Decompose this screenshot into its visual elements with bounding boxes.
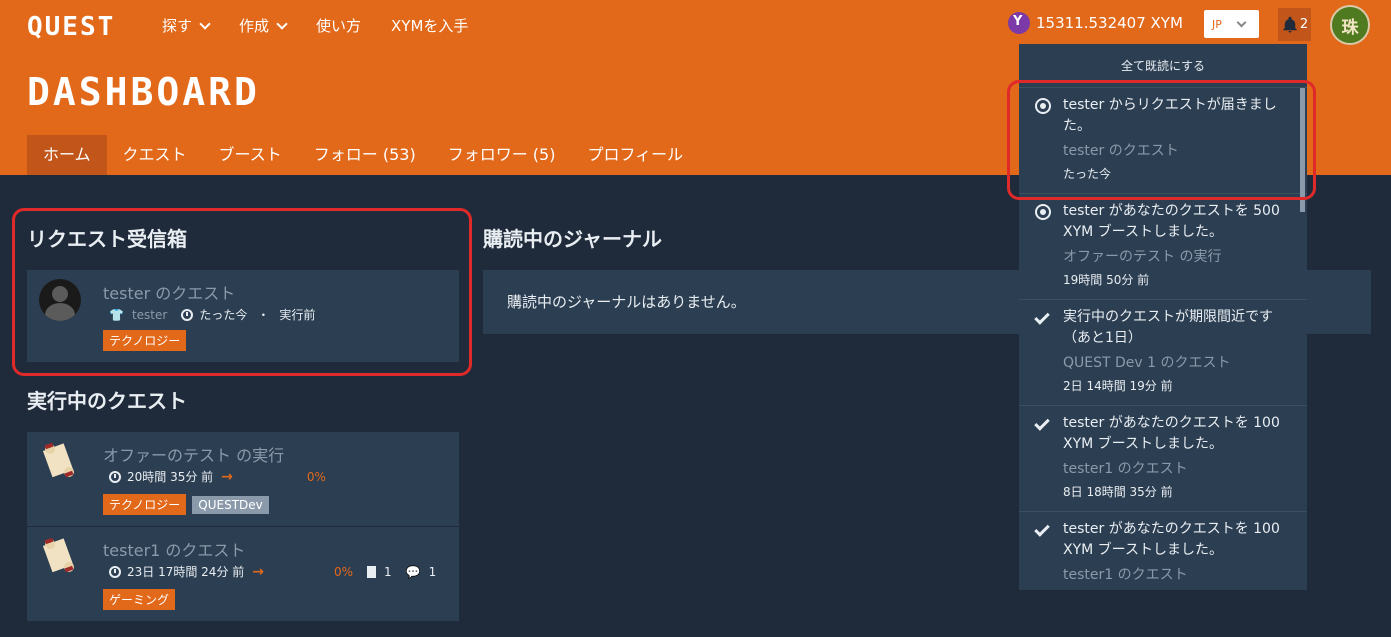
journal-title: 購読中のジャーナル [483, 227, 662, 251]
notification-quest: QUEST Dev 1 のクエスト [1063, 355, 1231, 371]
notification-item[interactable]: 実行中のクエストが期限間近です（あと1日） QUEST Dev 1 のクエスト … [1019, 300, 1307, 406]
highlight-box [12, 208, 472, 376]
comments-icon: 💬 [405, 564, 421, 579]
comment-count: 1 [428, 564, 437, 579]
notification-time: 2日 14時間 19分 前 [1063, 379, 1173, 393]
document-icon [367, 565, 377, 578]
nav-label: 探す [162, 17, 193, 35]
radio-unread-icon [1035, 204, 1051, 220]
nav-label: 作成 [239, 17, 270, 35]
page-title: DASHBOARD [27, 70, 260, 114]
nav-label: 使い方 [316, 17, 362, 35]
notifications-button[interactable]: 2 [1278, 8, 1311, 41]
notification-message: tester があなたのクエストを 500 XYM ブーストしました。 [1063, 203, 1280, 240]
tag[interactable]: テクノロジー [103, 494, 187, 515]
language-select[interactable]: JP [1204, 10, 1259, 38]
tag[interactable]: QUESTDev [192, 496, 269, 514]
nav-create[interactable]: 作成 [239, 15, 288, 36]
notification-item[interactable]: tester があなたのクエストを 500 XYM ブーストしました。 オファー… [1019, 194, 1307, 300]
notification-quest: tester1 のクエスト [1063, 461, 1188, 477]
tab-boosts[interactable]: ブースト [203, 135, 298, 175]
user-avatar[interactable]: 珠 [1330, 5, 1370, 45]
tab-followers[interactable]: フォロワー (5) [432, 135, 572, 175]
wallet-balance[interactable]: 15311.532407 XYM [1008, 12, 1183, 34]
avatar-text: 珠 [1341, 17, 1359, 38]
top-nav: 探す 作成 使い方 XYMを入手 [162, 15, 498, 36]
check-icon [1034, 521, 1051, 538]
nav-search[interactable]: 探す [162, 15, 211, 36]
logo[interactable]: QUEST [27, 12, 115, 42]
notification-item[interactable]: tester があなたのクエストを 100 XYM ブーストしました。 test… [1019, 406, 1307, 512]
notification-quest: tester1 のクエスト [1063, 567, 1188, 583]
notification-message: 実行中のクエストが期限間近です（あと1日） [1063, 309, 1273, 346]
quest-meta: 23日 17時間 24分 前 → 0% 1 💬 1 [109, 563, 436, 580]
quest-tags: ゲーミング [103, 589, 181, 610]
quest-title[interactable]: tester1 のクエスト [103, 537, 245, 561]
chevron-down-icon [1236, 17, 1247, 27]
quest-progress: 0% [306, 469, 326, 484]
quest-progress: 0% [334, 564, 354, 579]
quest-time: 23日 17時間 24分 前 [127, 565, 245, 579]
nav-get-xym[interactable]: XYMを入手 [391, 15, 468, 36]
scroll-icon [41, 440, 77, 480]
tab-following[interactable]: フォロー (53) [298, 135, 432, 175]
symbol-logo-icon [1008, 12, 1030, 34]
notification-message: tester があなたのクエストを 100 XYM ブーストしました。 [1063, 521, 1280, 558]
tab-home[interactable]: ホーム [27, 135, 107, 175]
quest-tags: テクノロジー QUESTDev [103, 494, 275, 515]
active-quests-title: 実行中のクエスト [27, 389, 187, 413]
tab-profile[interactable]: プロフィール [571, 135, 699, 175]
check-icon [1034, 309, 1051, 326]
doc-count: 1 [384, 564, 392, 579]
notification-quest: オファーのテスト の実行 [1063, 249, 1222, 265]
nav-howto[interactable]: 使い方 [316, 15, 361, 36]
tag[interactable]: ゲーミング [103, 589, 176, 610]
tab-quests[interactable]: クエスト [107, 135, 203, 175]
nav-label: XYMを入手 [391, 17, 469, 35]
dashboard-tabs: ホーム クエスト ブースト フォロー (53) フォロワー (5) プロフィール [27, 135, 699, 175]
notification-time: 8日 18時間 35分 前 [1063, 485, 1173, 499]
clock-icon [109, 565, 121, 578]
quest-title[interactable]: オファーのテスト の実行 [103, 442, 284, 466]
notification-message: tester があなたのクエストを 100 XYM ブーストしました。 [1063, 415, 1280, 452]
arrow-right-icon: → [221, 468, 233, 485]
notification-item[interactable]: tester があなたのクエストを 100 XYM ブーストしました。 test… [1019, 512, 1307, 590]
quest-time: 20時間 35分 前 [127, 470, 214, 484]
quest-row[interactable]: tester1 のクエスト 23日 17時間 24分 前 → 0% 1 💬 1 … [27, 527, 459, 621]
notification-time: 19時間 50分 前 [1063, 273, 1150, 287]
chevron-down-icon [276, 17, 288, 30]
scroll-icon [41, 535, 77, 575]
highlight-box [1007, 80, 1316, 200]
clock-icon [109, 470, 121, 483]
notification-count: 2 [1299, 17, 1309, 32]
chevron-down-icon [199, 17, 211, 30]
balance-value: 15311.532407 XYM [1036, 14, 1183, 32]
language-value: JP [1212, 17, 1222, 31]
quest-row[interactable]: オファーのテスト の実行 20時間 35分 前 → 0% テクノロジー QUEST… [27, 432, 459, 526]
arrow-right-icon: → [252, 563, 264, 580]
quest-meta: 20時間 35分 前 → 0% [109, 468, 326, 485]
check-icon [1034, 415, 1051, 432]
bell-icon [1283, 16, 1297, 32]
